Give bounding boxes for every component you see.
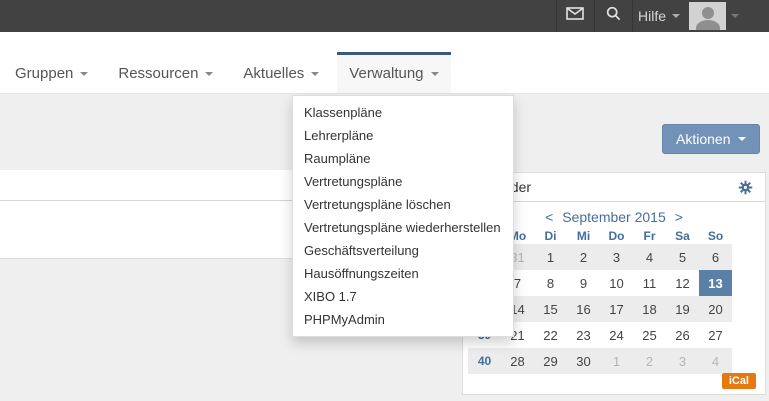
menu-item-phpmyadmin[interactable]: PHPMyAdmin bbox=[293, 308, 513, 331]
nav-item-verwaltung[interactable]: Verwaltung bbox=[337, 52, 450, 93]
help-label: Hilfe bbox=[638, 8, 666, 24]
calendar-day[interactable]: 30 bbox=[567, 348, 600, 374]
calendar-day[interactable]: 2 bbox=[567, 244, 600, 270]
chevron-down-icon bbox=[431, 72, 439, 76]
avatar-head bbox=[702, 7, 714, 19]
calendar-day[interactable]: 5 bbox=[666, 244, 699, 270]
weekday-header: Mi bbox=[567, 227, 600, 244]
menu-item-hausoeffnungszeiten[interactable]: Hausöffnungszeiten bbox=[293, 262, 513, 285]
menu-item-vertretungsplaene-loeschen[interactable]: Vertretungspläne löschen bbox=[293, 193, 513, 216]
nav-item-label: Ressourcen bbox=[118, 65, 198, 82]
calendar-day[interactable]: 1 bbox=[600, 348, 633, 374]
calendar-day-selected[interactable]: 13 bbox=[699, 270, 732, 296]
calendar-week-row: 40 28 29 30 1 2 3 4 bbox=[468, 348, 732, 374]
week-number[interactable]: 40 bbox=[468, 348, 501, 374]
menu-item-vertretungsplaene[interactable]: Vertretungspläne bbox=[293, 170, 513, 193]
nav-item-label: Gruppen bbox=[15, 65, 73, 82]
menu-item-raumplaene[interactable]: Raumpläne bbox=[293, 147, 513, 170]
calendar-day[interactable]: 11 bbox=[633, 270, 666, 296]
calendar-day[interactable]: 8 bbox=[534, 270, 567, 296]
aktionen-button[interactable]: Aktionen bbox=[662, 124, 760, 154]
calendar-day[interactable]: 19 bbox=[666, 296, 699, 322]
top-bar: Hilfe bbox=[0, 0, 769, 32]
calendar-day[interactable]: 1 bbox=[534, 244, 567, 270]
avatar-chevron-down-icon[interactable] bbox=[731, 14, 739, 18]
page: Hilfe Gruppen Ressourcen Aktuelles bbox=[0, 0, 769, 401]
calendar-day[interactable]: 12 bbox=[666, 270, 699, 296]
verwaltung-dropdown-menu: Klassenpläne Lehrerpläne Raumpläne Vertr… bbox=[292, 95, 514, 337]
ical-button[interactable]: iCal bbox=[722, 373, 756, 389]
calendar-day[interactable]: 4 bbox=[699, 348, 732, 374]
calendar-day[interactable]: 29 bbox=[534, 348, 567, 374]
weekday-header: Fr bbox=[633, 227, 666, 244]
chevron-down-icon bbox=[672, 14, 680, 18]
calendar-day[interactable]: 27 bbox=[699, 322, 732, 348]
menu-item-klassenplaene[interactable]: Klassenpläne bbox=[293, 101, 513, 124]
menu-item-geschaeftsverteilung[interactable]: Geschäftsverteilung bbox=[293, 239, 513, 262]
next-month-button[interactable]: > bbox=[675, 209, 683, 225]
calendar-day[interactable]: 23 bbox=[567, 322, 600, 348]
calendar-day[interactable]: 3 bbox=[666, 348, 699, 374]
calendar-day[interactable]: 25 bbox=[633, 322, 666, 348]
help-menu[interactable]: Hilfe bbox=[632, 0, 686, 32]
calendar-day[interactable]: 3 bbox=[600, 244, 633, 270]
calendar-day[interactable]: 17 bbox=[600, 296, 633, 322]
calendar-day[interactable]: 18 bbox=[633, 296, 666, 322]
nav-item-label: Verwaltung bbox=[349, 65, 423, 82]
calendar-day[interactable]: 2 bbox=[633, 348, 666, 374]
nav-item-label: Aktuelles bbox=[243, 65, 304, 82]
aktionen-button-label: Aktionen bbox=[676, 131, 730, 147]
calendar-day[interactable]: 4 bbox=[633, 244, 666, 270]
calendar-day[interactable]: 10 bbox=[600, 270, 633, 296]
weekday-header: Sa bbox=[666, 227, 699, 244]
nav-tabs: Gruppen Ressourcen Aktuelles Verwaltung bbox=[3, 52, 457, 93]
chevron-down-icon bbox=[311, 72, 319, 76]
gear-icon[interactable] bbox=[738, 180, 753, 195]
menu-item-lehrerplaene[interactable]: Lehrerpläne bbox=[293, 124, 513, 147]
calendar-day[interactable]: 6 bbox=[699, 244, 732, 270]
calendar-day[interactable]: 9 bbox=[567, 270, 600, 296]
nav-item-aktuelles[interactable]: Aktuelles bbox=[231, 52, 331, 93]
menu-item-vertretungsplaene-wiederherstellen[interactable]: Vertretungspläne wiederherstellen bbox=[293, 216, 513, 239]
chevron-down-icon bbox=[205, 72, 213, 76]
avatar-body bbox=[696, 20, 720, 30]
calendar-day[interactable]: 15 bbox=[534, 296, 567, 322]
calendar-day[interactable]: 28 bbox=[501, 348, 534, 374]
prev-month-button[interactable]: < bbox=[545, 209, 553, 225]
search-button[interactable] bbox=[594, 0, 632, 32]
mail-button[interactable] bbox=[556, 0, 594, 32]
menu-item-xibo[interactable]: XIBO 1.7 bbox=[293, 285, 513, 308]
month-label: September 2015 bbox=[562, 209, 666, 225]
calendar-day[interactable]: 16 bbox=[567, 296, 600, 322]
calendar-day[interactable]: 20 bbox=[699, 296, 732, 322]
mail-icon bbox=[566, 7, 584, 25]
calendar-day[interactable]: 26 bbox=[666, 322, 699, 348]
nav-item-gruppen[interactable]: Gruppen bbox=[3, 52, 100, 93]
calendar-day[interactable]: 24 bbox=[600, 322, 633, 348]
chevron-down-icon bbox=[80, 72, 88, 76]
weekday-header: Di bbox=[534, 227, 567, 244]
chevron-down-icon bbox=[738, 137, 746, 141]
user-avatar[interactable] bbox=[689, 2, 726, 30]
calendar-day[interactable]: 22 bbox=[534, 322, 567, 348]
main-nav: Gruppen Ressourcen Aktuelles Verwaltung bbox=[0, 32, 769, 94]
weekday-header: So bbox=[699, 227, 732, 244]
weekday-header: Do bbox=[600, 227, 633, 244]
search-icon bbox=[606, 6, 621, 26]
nav-item-ressourcen[interactable]: Ressourcen bbox=[106, 52, 225, 93]
